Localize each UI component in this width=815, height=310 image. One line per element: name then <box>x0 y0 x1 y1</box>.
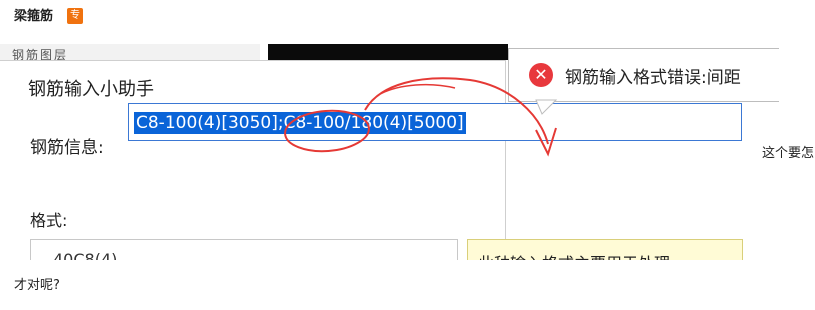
red-circle-annotation <box>284 109 370 153</box>
red-annotation-overlay <box>284 77 558 157</box>
post-title: 梁箍筋 <box>14 9 54 24</box>
tooltip-pointer <box>535 99 558 115</box>
tag-badge: 专 <box>67 8 83 24</box>
post-side-text: 这个要怎 <box>762 146 815 161</box>
screenshot-image: 钢筋图层 钢筋输入小助手 钢筋信息: 格式: 40C8(4) 此种输入格式主要用… <box>0 44 815 260</box>
post-footer-text: 才对呢? <box>14 278 60 293</box>
red-arrow-head <box>535 127 557 157</box>
red-arrow-curve <box>364 77 549 145</box>
red-arrow-stroke-2 <box>379 83 456 95</box>
